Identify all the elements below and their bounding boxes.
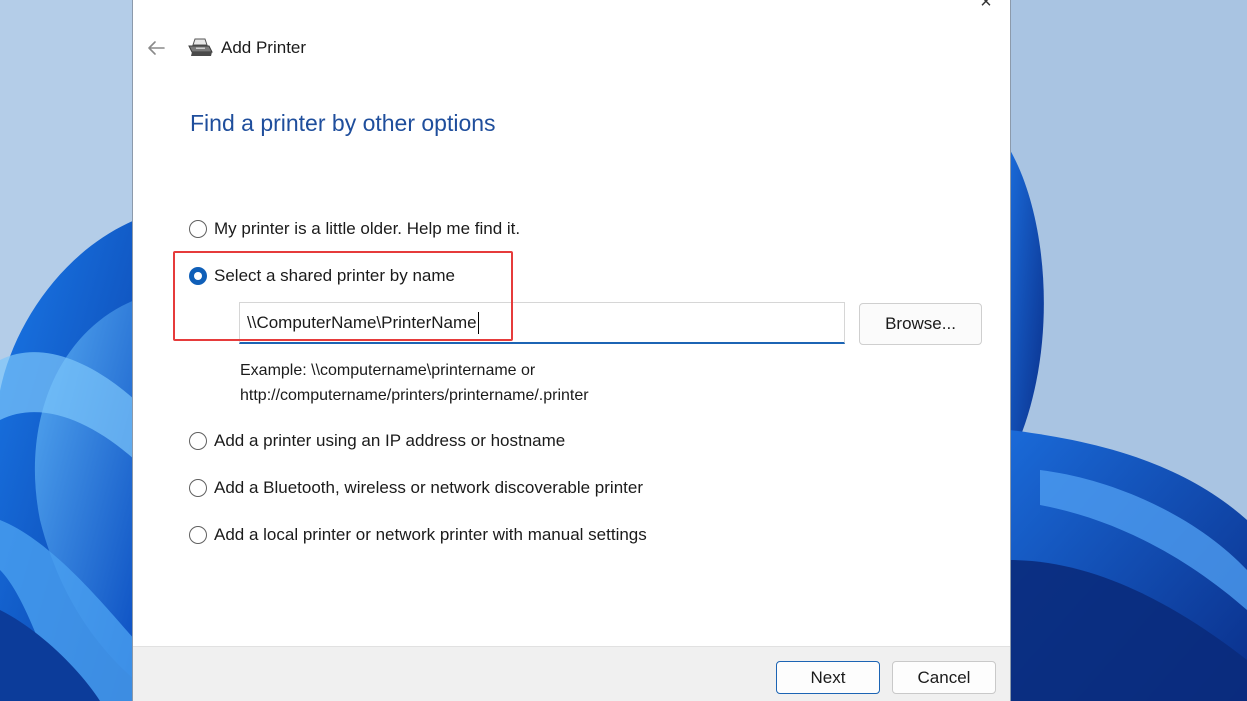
add-printer-dialog: × Add Printer Find a printer by other op… [132,0,1011,701]
option-bluetooth-wireless[interactable]: Add a Bluetooth, wireless or network dis… [189,478,643,498]
next-button[interactable]: Next [776,661,880,694]
title-bar: Add Printer [145,36,306,60]
radio-bluetooth-wireless[interactable] [189,479,207,497]
close-icon[interactable]: × [976,0,996,12]
shared-printer-name-input[interactable]: \\ComputerName\PrinterName [239,302,845,344]
dialog-title: Add Printer [221,38,307,57]
option-older-printer[interactable]: My printer is a little older. Help me fi… [189,219,520,239]
page-heading: Find a printer by other options [190,110,496,136]
shared-printer-name-value: \\ComputerName\PrinterName [247,312,477,332]
radio-shared-printer[interactable] [189,267,207,285]
wallpaper-right [1010,0,1247,701]
option-local-manual-label: Add a local printer or network printer w… [214,525,647,544]
browse-button[interactable]: Browse... [859,303,982,345]
cancel-button[interactable]: Cancel [892,661,996,694]
text-caret [477,311,479,334]
option-bluetooth-wireless-label: Add a Bluetooth, wireless or network dis… [214,478,643,497]
radio-ip-address[interactable] [189,432,207,450]
radio-older-printer[interactable] [189,220,207,238]
wallpaper-left [0,0,135,701]
example-line-2: http://computername/printers/printername… [240,387,589,404]
printer-icon [187,37,213,59]
desktop-background: × Add Printer Find a printer by other op… [0,0,1247,701]
option-ip-address-label: Add a printer using an IP address or hos… [214,431,566,450]
option-shared-printer-label: Select a shared printer by name [214,266,455,285]
option-local-manual[interactable]: Add a local printer or network printer w… [189,525,647,545]
radio-local-manual[interactable] [189,526,207,544]
option-older-printer-label: My printer is a little older. Help me fi… [214,219,521,238]
example-text: Example: \\computername\printername or h… [240,358,589,408]
example-line-1: Example: \\computername\printername or [240,362,536,379]
back-arrow-icon[interactable] [145,37,167,59]
dialog-footer: Next Cancel [133,646,1010,701]
option-ip-address[interactable]: Add a printer using an IP address or hos… [189,431,565,451]
option-shared-printer[interactable]: Select a shared printer by name [189,266,455,286]
